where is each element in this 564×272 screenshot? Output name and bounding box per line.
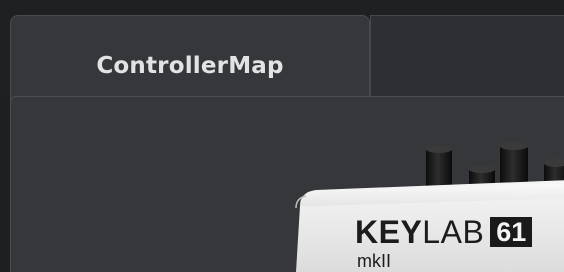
brand-light-text: LAB [422,214,485,250]
device-brand-logo: KEYLAB 61 [355,214,533,254]
device-variant-label: mkII [357,251,391,271]
model-number-badge: 61 [490,217,533,247]
brand-bold-text: KEY [355,214,423,250]
keylab-device-image: KEYLAB 61 mkII [0,0,564,272]
controller-map-window: ControllerMap KEYLAB 61 mkII [0,0,564,272]
